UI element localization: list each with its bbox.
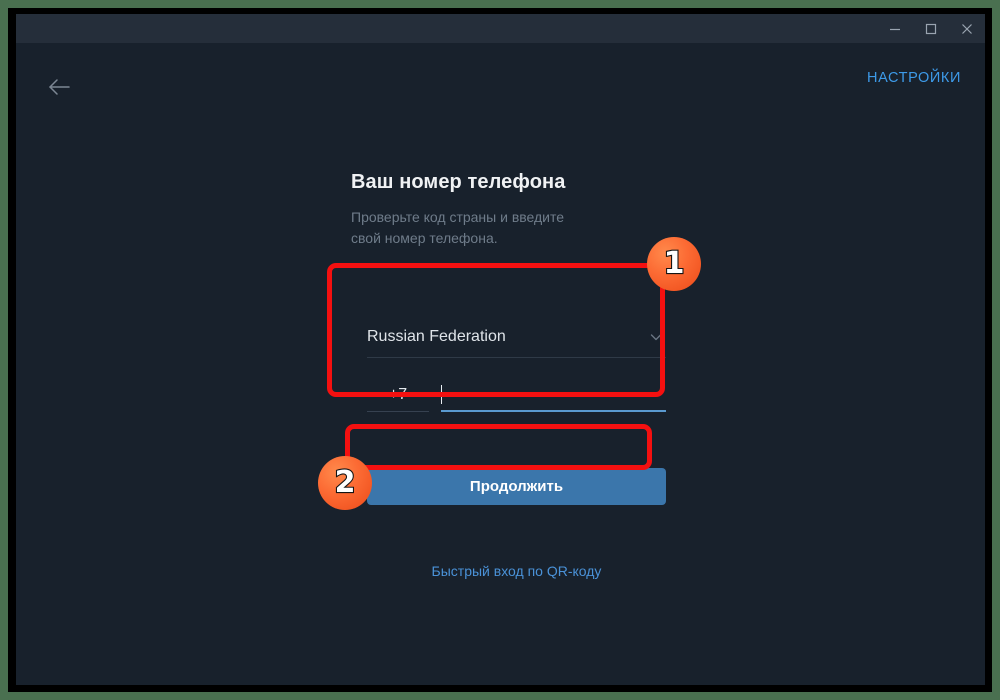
window-content: НАСТРОЙКИ Ваш номер телефона Проверьте к… bbox=[16, 43, 985, 685]
window-controls bbox=[877, 14, 985, 43]
page-title: Ваш номер телефона bbox=[351, 171, 566, 193]
maximize-button[interactable] bbox=[913, 14, 949, 43]
continue-button[interactable]: Продолжить bbox=[367, 468, 666, 505]
chevron-down-icon bbox=[648, 329, 666, 345]
phone-number-input[interactable]: --- --- ---- bbox=[441, 379, 666, 412]
text-caret bbox=[441, 385, 442, 404]
telegram-window: НАСТРОЙКИ Ваш номер телефона Проверьте к… bbox=[16, 14, 985, 685]
phone-input-row: +7 --- --- ---- bbox=[367, 379, 666, 412]
maximize-icon bbox=[925, 23, 937, 35]
phone-login-form: Ваш номер телефона Проверьте код страны … bbox=[351, 171, 671, 579]
phone-number-placeholder: --- --- ---- bbox=[447, 385, 522, 403]
minimize-icon bbox=[889, 23, 901, 35]
close-button[interactable] bbox=[949, 14, 985, 43]
country-code-field[interactable]: +7 bbox=[367, 379, 429, 412]
country-code-value: +7 bbox=[388, 386, 408, 403]
page-subtitle: Проверьте код страны и введите свой номе… bbox=[351, 209, 565, 246]
screenshot-root: НАСТРОЙКИ Ваш номер телефона Проверьте к… bbox=[0, 0, 1000, 700]
close-icon bbox=[961, 23, 973, 35]
country-select-value: Russian Federation bbox=[367, 327, 506, 345]
qr-login-link[interactable]: Быстрый вход по QR-коду bbox=[367, 563, 666, 579]
back-button[interactable] bbox=[33, 67, 85, 111]
minimize-button[interactable] bbox=[877, 14, 913, 43]
settings-link[interactable]: НАСТРОЙКИ bbox=[867, 70, 961, 86]
country-select[interactable]: Russian Federation bbox=[367, 316, 666, 358]
window-titlebar[interactable] bbox=[16, 14, 985, 43]
back-arrow-icon bbox=[47, 77, 71, 102]
